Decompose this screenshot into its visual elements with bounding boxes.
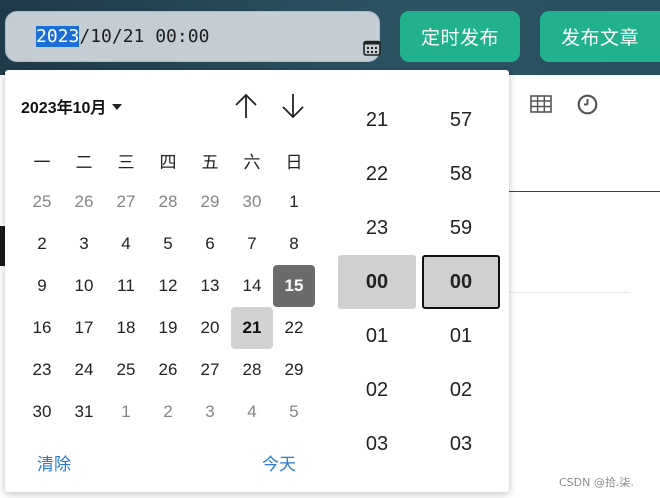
table-icon[interactable] bbox=[530, 95, 552, 113]
calendar-grid: 一二三四五六日 25 26 27 28 29 30 1 2 3 4 5 6 7 8 9 10 11 12 13 14 1… bbox=[21, 139, 315, 433]
calendar-day[interactable]: 30 bbox=[231, 181, 273, 223]
minutes-column: 57 58 59 00 01 02 03 bbox=[422, 93, 500, 471]
calendar-day[interactable]: 24 bbox=[63, 349, 105, 391]
arrow-down-icon[interactable] bbox=[278, 90, 308, 122]
minute-option[interactable]: 00 bbox=[422, 255, 500, 309]
schedule-publish-button[interactable]: 定时发布 bbox=[400, 11, 520, 62]
calendar-day[interactable]: 20 bbox=[189, 307, 231, 349]
caret-down-icon bbox=[112, 104, 123, 110]
hour-option[interactable]: 00 bbox=[338, 255, 416, 309]
calendar-day-selected[interactable]: 21 bbox=[231, 307, 273, 349]
publish-article-button[interactable]: 发布文章 bbox=[540, 11, 660, 62]
calendar-day[interactable]: 1 bbox=[105, 391, 147, 433]
editor-toolbar-strip bbox=[509, 75, 660, 192]
calendar-day[interactable]: 5 bbox=[147, 223, 189, 265]
calendar-week-row: 30 31 1 2 3 4 5 bbox=[21, 391, 315, 433]
calendar-day[interactable]: 26 bbox=[63, 181, 105, 223]
calendar-day[interactable]: 2 bbox=[147, 391, 189, 433]
watermark: CSDN @拾.柒. bbox=[559, 476, 634, 489]
calendar-day[interactable]: 14 bbox=[231, 265, 273, 307]
calendar-day[interactable]: 1 bbox=[273, 181, 315, 223]
content-divider bbox=[509, 292, 629, 293]
calendar-day[interactable]: 16 bbox=[21, 307, 63, 349]
calendar-day[interactable]: 29 bbox=[273, 349, 315, 391]
calendar-day[interactable]: 31 bbox=[63, 391, 105, 433]
weekday-header-row: 一二三四五六日 bbox=[21, 139, 315, 181]
hour-option[interactable]: 02 bbox=[338, 363, 416, 417]
hour-option[interactable]: 03 bbox=[338, 417, 416, 471]
month-title: 2023年10月 bbox=[21, 100, 107, 117]
calendar-day[interactable]: 30 bbox=[21, 391, 63, 433]
datetime-rest: /10/21 00:00 bbox=[79, 26, 210, 47]
calendar-day[interactable]: 3 bbox=[63, 223, 105, 265]
calendar-day[interactable]: 26 bbox=[147, 349, 189, 391]
calendar-day[interactable]: 28 bbox=[147, 181, 189, 223]
calendar-day[interactable]: 25 bbox=[21, 181, 63, 223]
calendar-day-current[interactable]: 15 bbox=[273, 265, 315, 307]
calendar-week-row: 23 24 25 26 27 28 29 bbox=[21, 349, 315, 391]
calendar-day[interactable]: 17 bbox=[63, 307, 105, 349]
calendar-day[interactable]: 28 bbox=[231, 349, 273, 391]
calendar-week-row: 2345678 bbox=[21, 223, 315, 265]
calendar-week-row: 25 26 27 28 29 30 1 bbox=[21, 181, 315, 223]
datetime-value: 2023/10/21 00:00 bbox=[36, 26, 209, 48]
calendar-day[interactable]: 3 bbox=[189, 391, 231, 433]
arrow-up-icon[interactable] bbox=[231, 90, 261, 122]
calendar-day[interactable]: 11 bbox=[105, 265, 147, 307]
clear-button[interactable]: 清除 bbox=[37, 450, 71, 475]
calendar-week-row: 9 10 11 12 13 14 15 bbox=[21, 265, 315, 307]
hour-option[interactable]: 01 bbox=[338, 309, 416, 363]
calendar-icon[interactable] bbox=[363, 40, 381, 56]
calendar-day[interactable]: 8 bbox=[273, 223, 315, 265]
minute-option[interactable]: 01 bbox=[422, 309, 500, 363]
minute-option[interactable]: 59 bbox=[422, 201, 500, 255]
calendar-day[interactable]: 12 bbox=[147, 265, 189, 307]
weekday-label: 二 bbox=[75, 152, 93, 173]
calendar-day[interactable]: 18 bbox=[105, 307, 147, 349]
calendar-day[interactable]: 23 bbox=[21, 349, 63, 391]
calendar-day[interactable]: 19 bbox=[147, 307, 189, 349]
minute-option[interactable]: 58 bbox=[422, 147, 500, 201]
datetime-year-selection: 2023 bbox=[36, 26, 80, 47]
calendar-day[interactable]: 27 bbox=[189, 349, 231, 391]
minute-option[interactable]: 02 bbox=[422, 363, 500, 417]
calendar-day[interactable]: 7 bbox=[231, 223, 273, 265]
calendar-day[interactable]: 22 bbox=[273, 307, 315, 349]
calendar-day[interactable]: 6 bbox=[189, 223, 231, 265]
calendar-day[interactable]: 27 bbox=[105, 181, 147, 223]
hour-option[interactable]: 23 bbox=[338, 201, 416, 255]
calendar-day[interactable]: 9 bbox=[21, 265, 63, 307]
calendar-day[interactable]: 10 bbox=[63, 265, 105, 307]
weekday-label: 四 bbox=[159, 152, 177, 173]
calendar-day[interactable]: 5 bbox=[273, 391, 315, 433]
weekday-label: 五 bbox=[201, 152, 219, 173]
calendar-day[interactable]: 4 bbox=[105, 223, 147, 265]
weekday-label: 日 bbox=[285, 152, 303, 173]
weekday-label: 一 bbox=[33, 152, 51, 173]
hour-option[interactable]: 22 bbox=[338, 147, 416, 201]
weekday-label: 三 bbox=[117, 152, 135, 173]
calendar-day[interactable]: 13 bbox=[189, 265, 231, 307]
hour-option[interactable]: 21 bbox=[338, 93, 416, 147]
calendar-week-row: 16 17 18 19 20 21 22 bbox=[21, 307, 315, 349]
calendar-day[interactable]: 25 bbox=[105, 349, 147, 391]
minute-option[interactable]: 03 bbox=[422, 417, 500, 471]
datetime-input[interactable]: 2023/10/21 00:00 bbox=[5, 11, 381, 62]
clock-icon[interactable] bbox=[577, 94, 598, 115]
weekday-label: 六 bbox=[243, 152, 261, 173]
month-selector[interactable]: 2023年10月 bbox=[21, 94, 123, 118]
minute-option[interactable]: 57 bbox=[422, 93, 500, 147]
calendar-day[interactable]: 29 bbox=[189, 181, 231, 223]
datetime-picker-popup: 2023年10月 一二三四五六日 25 26 27 28 29 30 1 2 3 4 5 6 7 8 9 10… bbox=[5, 70, 509, 492]
hours-column: 21 22 23 00 01 02 03 bbox=[338, 93, 416, 471]
calendar-day[interactable]: 4 bbox=[231, 391, 273, 433]
today-button[interactable]: 今天 bbox=[262, 450, 296, 475]
calendar-day[interactable]: 2 bbox=[21, 223, 63, 265]
